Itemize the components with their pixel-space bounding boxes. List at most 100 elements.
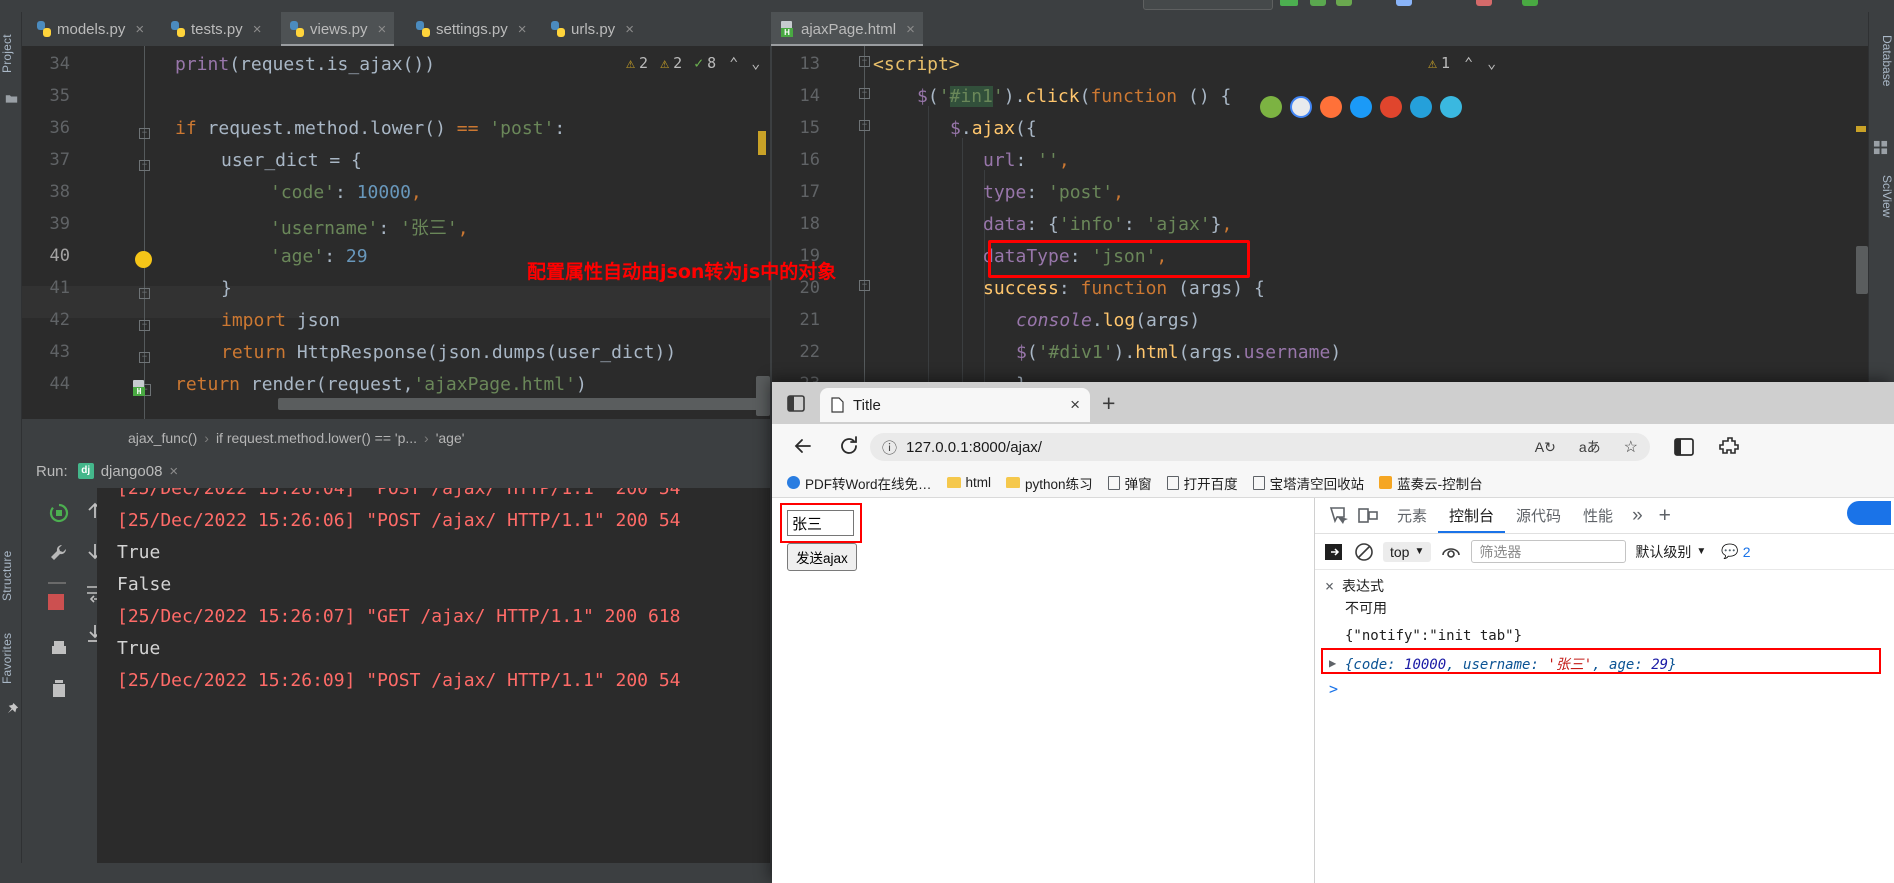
next-problem-icon[interactable]: ⌄ [1487,54,1496,72]
inspection-widget-right[interactable]: ⚠ 1 ⌃ ⌄ [1428,54,1496,72]
bookmark-item[interactable]: 弹窗 [1103,470,1157,496]
editor-hscrollbar-thumb[interactable] [278,398,758,410]
pin-icon[interactable] [5,702,20,717]
reload-icon[interactable] [838,435,860,457]
bookmark-item[interactable]: 蓝奏云-控制台 [1374,470,1488,496]
read-aloud-icon[interactable]: A↻ [1535,439,1556,456]
favorite-star-icon[interactable]: ☆ [1624,437,1638,457]
tab-models-py[interactable]: models.py × [28,12,152,46]
editor-scrollbar-thumb[interactable] [1856,246,1868,294]
trash-icon[interactable] [48,678,70,700]
coverage-button[interactable] [1336,0,1352,6]
run-config-tab[interactable]: dj django08 × [77,463,178,480]
fold-marker[interactable]: − [139,128,150,139]
close-icon[interactable]: × [1325,577,1334,595]
tab-urls-py[interactable]: urls.py × [542,12,642,46]
editor-scrollbar-thumb[interactable] [756,376,770,416]
web-page-viewport[interactable]: 发送ajax [772,498,1314,883]
sidebar-item-project[interactable]: Project [0,24,22,84]
close-icon[interactable]: × [625,21,634,38]
sidebar-item-favorites[interactable]: Favorites [0,622,22,694]
fold-marker[interactable]: − [139,352,150,363]
more-tabs-icon[interactable]: » [1624,501,1651,531]
rerun-icon[interactable] [48,502,70,524]
fold-marker[interactable]: − [139,160,150,171]
close-icon[interactable]: × [169,463,178,480]
bookmark-item[interactable]: 宝塔清空回收站 [1248,470,1370,496]
device-toolbar-icon[interactable] [1357,505,1379,527]
run-config-chip[interactable] [1143,0,1273,10]
pycharm-preview-icon[interactable] [1260,96,1282,118]
translate-icon[interactable]: aあ [1579,437,1601,457]
back-arrow-icon[interactable] [792,435,814,457]
inspect-element-icon[interactable] [1328,505,1350,527]
print-icon[interactable] [48,638,70,660]
stop-icon[interactable] [48,594,64,610]
devtools-panel[interactable]: 元素 控制台 源代码 性能 » + top ▼ 筛选器 默认级别 ▼ 💬 2 ×… [1314,498,1894,883]
browser-tab-title[interactable]: Title × [820,388,1090,422]
tab-performance[interactable]: 性能 [1572,498,1624,533]
console-filter-input[interactable]: 筛选器 [1471,540,1627,563]
tab-console[interactable]: 控制台 [1438,498,1505,533]
next-problem-icon[interactable]: ⌄ [751,54,760,72]
bookmark-item[interactable]: 打开百度 [1162,470,1243,496]
fold-marker[interactable]: − [139,320,150,331]
clear-console-icon[interactable] [1354,542,1374,562]
tab-actions-icon[interactable] [786,393,806,413]
site-info-icon[interactable]: ⓘ [882,437,897,458]
grid-icon[interactable] [1873,140,1888,155]
opera-browser-icon[interactable] [1380,96,1402,118]
issues-counter[interactable]: 💬 2 [1721,543,1750,560]
prev-problem-icon[interactable]: ⌃ [1464,54,1473,72]
breadcrumb-item[interactable]: ajax_func() [128,430,197,446]
sidebar-item-database[interactable]: Database [1868,22,1894,100]
safari-browser-icon[interactable] [1350,96,1372,118]
edge-browser-window[interactable]: Title × + ⓘ 127.0.0.1:8000/ajax/ A↻ aあ ☆ [772,382,1894,883]
bookmark-item[interactable]: PDF转Word在线免… [782,470,937,496]
extensions-puzzle-icon[interactable] [1718,435,1742,459]
new-tab-button[interactable]: + [1102,392,1115,415]
folder-icon[interactable] [5,92,18,105]
close-icon[interactable]: × [378,21,387,38]
tab-sources[interactable]: 源代码 [1505,498,1572,533]
editor-views-py[interactable]: 34 35 36 37 38 39 40 41 42 43 44 − − − −… [22,46,770,419]
prev-problem-icon[interactable]: ⌃ [729,54,738,72]
sidebar-item-structure[interactable]: Structure [0,540,22,612]
fold-marker[interactable]: − [859,88,870,99]
firefox-browser-icon[interactable] [1320,96,1342,118]
bookmark-item[interactable]: html [942,472,997,493]
chrome-browser-icon[interactable] [1290,96,1312,118]
profile-button[interactable] [1396,0,1412,6]
breadcrumb-item[interactable]: 'age' [436,430,465,446]
close-icon[interactable]: × [253,21,262,38]
execution-context-select[interactable]: top ▼ [1383,541,1432,562]
tab-views-py[interactable]: views.py × [281,12,395,46]
close-icon[interactable]: × [135,21,144,38]
sidebar-item-sciview[interactable]: SciView [1868,162,1894,230]
tab-settings-py[interactable]: settings.py × [407,12,534,46]
run-button[interactable] [1280,0,1298,6]
debug-button[interactable] [1310,0,1326,6]
stop-button[interactable] [1476,0,1492,6]
tab-tests-py[interactable]: tests.py × [162,12,269,46]
fold-marker[interactable]: − [859,280,870,291]
close-icon[interactable]: × [906,21,915,38]
ie-browser-icon[interactable] [1440,96,1462,118]
collections-icon[interactable] [1672,435,1696,459]
intention-bulb-icon[interactable] [135,251,152,268]
close-icon[interactable]: × [1070,395,1080,415]
run-console-output[interactable]: [25/Dec/2022 15:26:04] "POST /ajax/ HTTP… [97,488,770,883]
editor-ajaxpage-html[interactable]: 13 14 15 16 17 18 19 20 21 22 23 − − − −… [772,46,1868,419]
inspection-widget[interactable]: ⚠ 2 ⚠ 2 ✓ 8 ⌃ ⌄ [626,54,760,72]
log-level-select[interactable]: 默认级别 ▼ [1635,542,1706,562]
fold-marker[interactable]: − [859,56,870,67]
copilot-button[interactable] [1847,501,1891,525]
breadcrumb[interactable]: ajax_func() › if request.method.lower() … [22,424,770,452]
send-ajax-button[interactable]: 发送ajax [787,543,857,571]
tab-elements[interactable]: 元素 [1386,498,1438,533]
fold-marker[interactable]: − [859,120,870,131]
fold-marker[interactable]: − [139,288,150,299]
address-bar[interactable]: ⓘ 127.0.0.1:8000/ajax/ A↻ aあ ☆ [870,433,1650,461]
search-everywhere-button[interactable] [1522,0,1538,6]
add-tab-icon[interactable]: + [1651,502,1679,530]
